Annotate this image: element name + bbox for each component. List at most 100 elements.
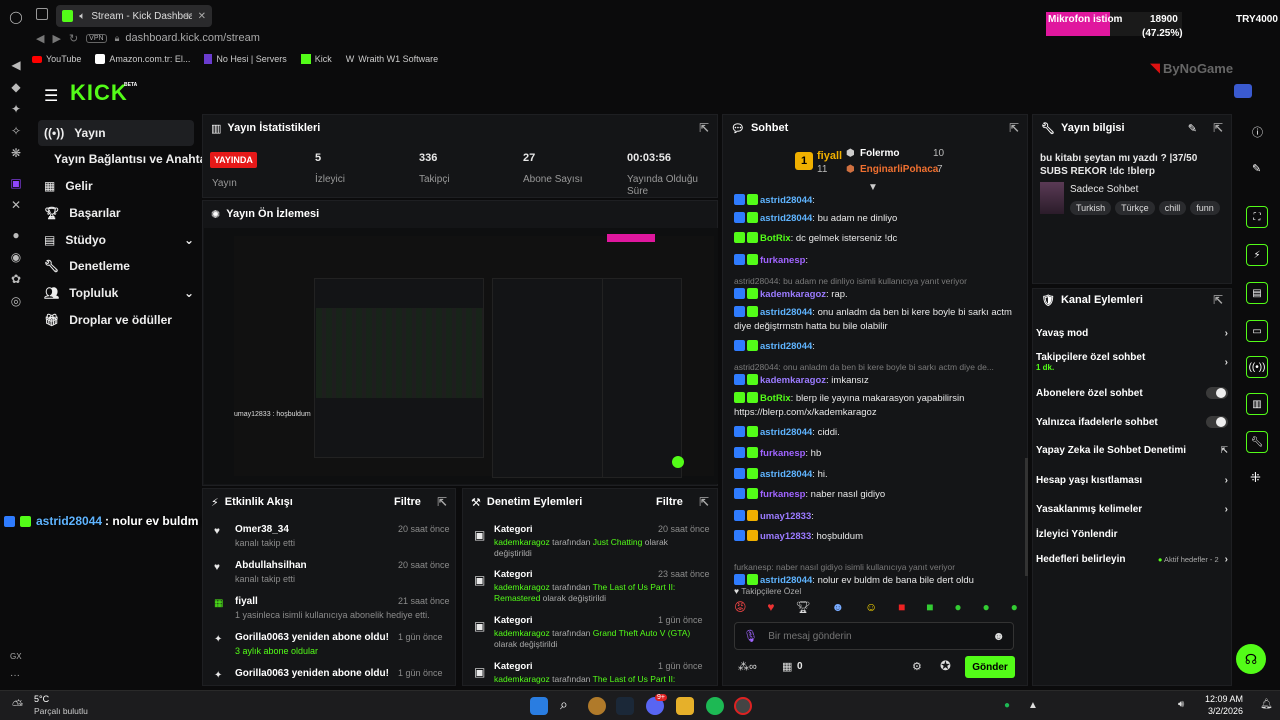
apps-icon[interactable]: ⁜ <box>1250 470 1261 486</box>
more-icon[interactable]: ··· <box>10 670 20 681</box>
bookmark-wraith[interactable]: W Wraith W1 Software <box>346 54 438 64</box>
spotify-tray-icon[interactable]: ● <box>1004 700 1010 711</box>
popout-icon[interactable]: ⇱ <box>437 495 447 509</box>
chat-username[interactable]: astrid28044 <box>760 341 812 352</box>
opera-gx-icon[interactable] <box>734 697 752 715</box>
sidebar-app-icon[interactable]: ◉ <box>0 246 32 268</box>
stream-preview-video[interactable]: umay12833 : hoşbuldum <box>204 228 718 484</box>
action-host[interactable]: İzleyici Yönlendir <box>1036 529 1228 540</box>
sidebar-app-icon[interactable]: ✿ <box>0 268 32 290</box>
sidebar-app-icon[interactable]: ✦ <box>0 98 32 120</box>
spotify-icon[interactable]: ● <box>0 224 32 246</box>
filter-button[interactable]: Filtre <box>656 496 683 508</box>
rail-button[interactable]: 🔧︎ <box>1246 431 1268 453</box>
top-gifter-name[interactable]: fiyall <box>817 150 842 162</box>
nav-droplar[interactable]: 🎁︎ Droplar ve ödüller <box>38 307 194 333</box>
chat-scrollbar[interactable] <box>1025 458 1028 576</box>
sidebar-app-icon[interactable]: ✧ <box>0 120 32 142</box>
nav-denetleme[interactable]: 🔧︎ Denetleme <box>38 253 194 279</box>
rail-button[interactable]: ▤ <box>1246 282 1268 304</box>
emote-icon[interactable]: 🏆︎ <box>795 600 810 618</box>
send-button[interactable]: Gönder <box>965 656 1015 678</box>
action-account-age[interactable]: Hesap yaşı kısıtlaması › <box>1036 475 1228 486</box>
action-subs-only[interactable]: Abonelere özel sohbet <box>1036 387 1228 399</box>
action-ai-moderation[interactable]: Yapay Zeka ile Sohbet Denetimi ⇱ <box>1036 445 1228 456</box>
new-tab-icon[interactable]: + <box>184 8 192 23</box>
action-emote-only[interactable]: Yalnızca ifadelerle sohbet <box>1036 416 1228 428</box>
search-icon[interactable]: ⌕ <box>560 696 568 713</box>
chat-username[interactable]: astrid28044 <box>760 213 812 224</box>
close-tab-icon[interactable]: ✕ <box>198 11 206 22</box>
x-icon[interactable]: ✕ <box>0 194 32 216</box>
notification-icon[interactable]: 🔔︎ <box>1260 699 1273 710</box>
chat-message-input[interactable] <box>768 630 983 642</box>
bookmark-amazon[interactable]: Amazon.com.tr: El... <box>95 54 190 64</box>
chat-username[interactable]: furkanesp <box>760 255 805 266</box>
emote-icon[interactable]: ☺ <box>865 600 877 618</box>
mod-icon[interactable]: ✪ <box>940 658 951 674</box>
emote-icon[interactable]: ■ <box>898 600 905 618</box>
nav-gelir[interactable]: ▦ Gelir <box>38 173 194 199</box>
bookmark-nohesi[interactable]: No Hesi | Servers <box>204 54 287 64</box>
chat-username[interactable]: furkanesp <box>760 489 805 500</box>
popout-icon[interactable]: ⇱ <box>699 495 709 509</box>
steam-icon[interactable] <box>616 697 634 715</box>
action-banned-words[interactable]: Yasaklanmış kelimeler › <box>1036 504 1228 515</box>
chat-username[interactable]: BotRix <box>760 393 791 404</box>
chat-username[interactable]: umay12833 <box>760 511 811 522</box>
kick-logo[interactable]: KICK <box>70 80 128 106</box>
nav-stream-key[interactable]: Yayın Bağlantısı ve Anahtarı <box>38 146 214 172</box>
volume-icon[interactable]: 🔊︎ <box>1178 699 1184 710</box>
popout-icon[interactable]: ⇱ <box>1213 121 1223 135</box>
emote-icon[interactable]: ● <box>954 600 961 618</box>
emoji-icon[interactable]: ☻ <box>992 629 1005 643</box>
back-icon[interactable]: ◀ <box>0 54 32 76</box>
popout-icon[interactable]: ⇱ <box>699 121 709 135</box>
chat-username[interactable]: astrid28044 <box>760 427 812 438</box>
url-text[interactable]: dashboard.kick.com/stream <box>125 32 260 44</box>
app-icon[interactable] <box>588 697 606 715</box>
chat-username[interactable]: umay12833 <box>760 531 811 542</box>
top-gifter-name[interactable]: Folermo <box>860 148 899 159</box>
info-icon[interactable]: ⓘ <box>1252 124 1263 140</box>
sidebar-app-icon[interactable]: ❋ <box>0 142 32 164</box>
vpn-badge[interactable]: VPN <box>86 33 107 43</box>
emote-icon[interactable]: ● <box>1011 600 1018 618</box>
nav-studyo[interactable]: ▤ Stüdyo ⌄ <box>38 227 194 253</box>
points-icon[interactable]: ▦ <box>782 660 792 673</box>
popout-icon[interactable]: ⇱ <box>1213 293 1223 307</box>
toggle-switch[interactable] <box>1206 387 1228 399</box>
rail-button[interactable]: ▭ <box>1246 320 1268 342</box>
reload-icon[interactable]: ↻ <box>69 32 78 45</box>
emote-icon[interactable]: ♥ <box>767 600 774 618</box>
rail-button[interactable]: ⚡︎ <box>1246 244 1268 266</box>
nav-basarilar[interactable]: 🏆︎ Başarılar <box>38 200 194 226</box>
chat-username[interactable]: astrid28044 <box>760 469 812 480</box>
nav-topluluk[interactable]: 👥︎ Topluluk ⌄ <box>38 280 194 306</box>
chat-username[interactable]: BotRix <box>760 233 791 244</box>
chat-username[interactable]: kademkaragoz <box>760 375 826 386</box>
settings-gear-icon[interactable]: ⚙︎ <box>912 660 922 673</box>
edit-icon[interactable]: ✎ <box>1188 122 1197 135</box>
emote-icon[interactable]: ☻ <box>832 600 845 618</box>
bookmark-kick[interactable]: Kick <box>300 54 332 64</box>
action-goals[interactable]: Hedefleri belirleyin ● Aktif hedefler - 2… <box>1036 554 1228 565</box>
sidebar-app-icon[interactable]: ◎ <box>0 290 32 312</box>
rail-button[interactable]: ▥ <box>1246 393 1268 415</box>
spotify-icon[interactable] <box>706 697 724 715</box>
support-headset-icon[interactable]: ☊ <box>1236 644 1266 674</box>
back-arrow-icon[interactable]: ◀ <box>36 32 44 45</box>
top-gifter-name[interactable]: EnginarliPohaca <box>860 164 938 175</box>
twitch-icon[interactable]: ▣ <box>0 172 32 194</box>
nav-yayin[interactable]: ((•)) Yayın <box>38 120 194 146</box>
toggle-switch[interactable] <box>1206 416 1228 428</box>
chat-username[interactable]: astrid28044 <box>760 307 812 318</box>
tab-manager-icon[interactable] <box>36 8 48 20</box>
emote-icon[interactable]: 😡︎ <box>734 600 747 618</box>
windows-start-icon[interactable] <box>530 697 548 715</box>
forward-arrow-icon[interactable]: ▶ <box>52 32 60 45</box>
emote-icon[interactable]: ■ <box>926 600 933 618</box>
action-slow-mode[interactable]: Yavaş mod › <box>1036 328 1228 339</box>
action-followers-only[interactable]: Takipçilere özel sohbet 1 dk. › <box>1036 352 1228 372</box>
chat-username[interactable]: astrid28044 <box>760 575 812 586</box>
